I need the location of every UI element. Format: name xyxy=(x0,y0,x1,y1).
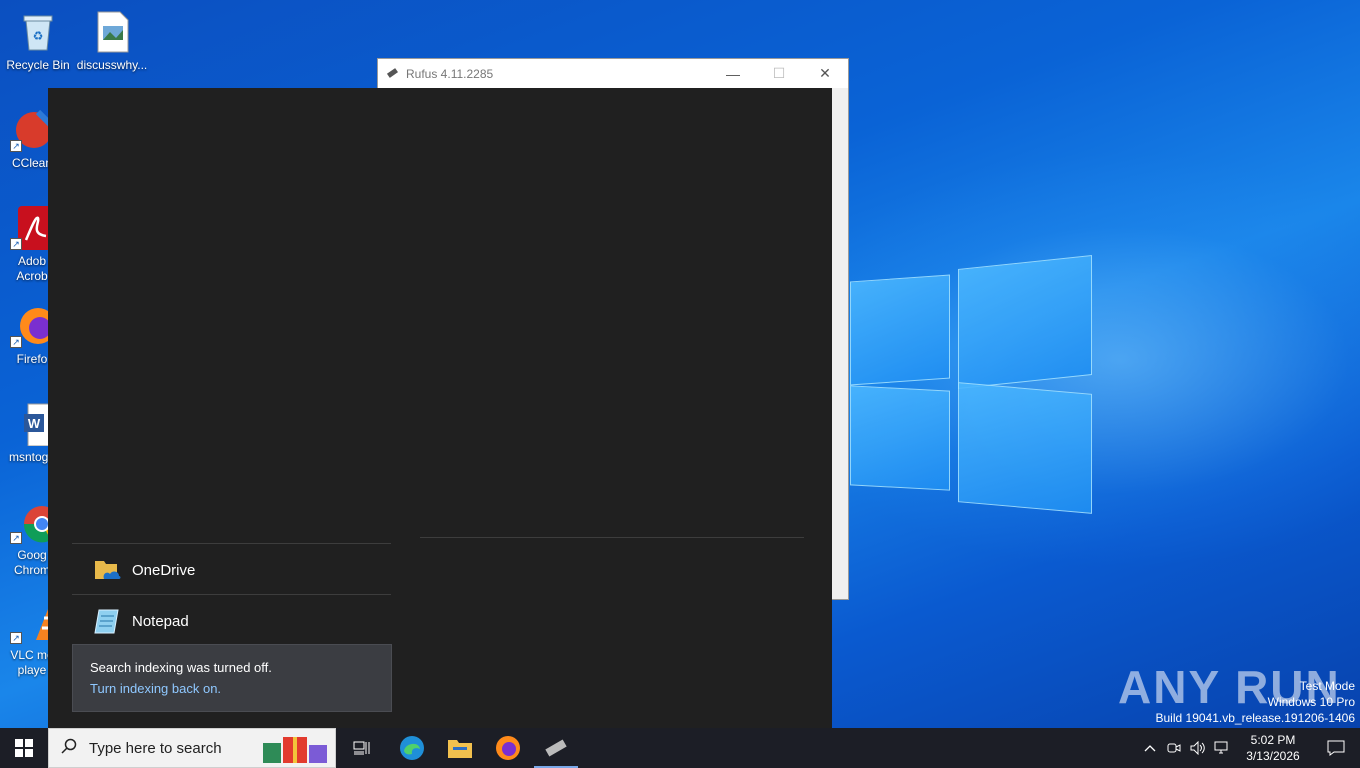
notification-icon xyxy=(1327,740,1345,756)
desktop-icon-recycle-bin[interactable]: ♻ Recycle Bin xyxy=(2,10,74,73)
desktop-icon-discusswhy[interactable]: discusswhy... xyxy=(76,10,148,73)
test-mode-watermark: Test Mode Windows 10 Pro Build 19041.vb_… xyxy=(1155,679,1356,725)
onedrive-icon xyxy=(92,555,122,585)
start-search-panel: OneDrive Notepad Search indexing was tur… xyxy=(48,88,832,728)
divider xyxy=(72,594,391,595)
search-placeholder: Type here to search xyxy=(89,739,222,757)
recycle-bin-icon: ♻ xyxy=(16,10,60,54)
rufus-icon xyxy=(545,739,567,757)
rufus-icon xyxy=(386,65,400,82)
search-result-onedrive[interactable]: OneDrive xyxy=(72,545,392,595)
turn-indexing-on-link[interactable]: Turn indexing back on. xyxy=(90,681,221,696)
network-icon[interactable] xyxy=(1210,728,1234,768)
result-label-notepad: Notepad xyxy=(132,612,189,630)
show-hidden-icons-chevron-icon[interactable] xyxy=(1138,728,1162,768)
taskbar: Type here to search 5:02 PM 3/13/2026 xyxy=(0,728,1360,768)
meet-now-icon[interactable] xyxy=(1162,728,1186,768)
indexing-message: Search indexing was turned off. xyxy=(90,660,272,675)
clock-time: 5:02 PM xyxy=(1250,733,1296,747)
search-icon xyxy=(61,738,77,758)
taskbar-edge[interactable] xyxy=(388,728,436,768)
close-button[interactable]: ✕ xyxy=(802,59,848,88)
action-center-button[interactable] xyxy=(1312,728,1360,768)
taskbar-firefox[interactable] xyxy=(484,728,532,768)
indexing-notice: Search indexing was turned off. Turn ind… xyxy=(72,644,392,712)
divider xyxy=(420,537,804,538)
edge-icon xyxy=(400,736,424,760)
maximize-button[interactable]: ☐ xyxy=(756,59,802,88)
taskbar-rufus[interactable] xyxy=(532,728,580,768)
taskbar-file-explorer[interactable] xyxy=(436,728,484,768)
file-explorer-icon xyxy=(448,740,472,758)
taskbar-search-box[interactable]: Type here to search xyxy=(48,728,336,768)
result-label-onedrive: OneDrive xyxy=(132,561,196,579)
svg-text:♻: ♻ xyxy=(33,29,44,43)
start-button[interactable] xyxy=(0,728,48,768)
notepad-icon xyxy=(92,606,122,636)
clock-date: 3/13/2026 xyxy=(1246,749,1300,763)
firefox-icon xyxy=(496,736,520,760)
svg-text:W: W xyxy=(28,416,41,431)
taskbar-clock[interactable]: 5:02 PM 3/13/2026 xyxy=(1234,732,1312,764)
windows-start-icon xyxy=(15,739,33,757)
divider xyxy=(72,543,391,544)
rufus-title: Rufus 4.11.2285 xyxy=(406,66,494,81)
image-file-icon xyxy=(90,10,134,54)
search-result-notepad[interactable]: Notepad xyxy=(72,596,392,646)
system-tray: 5:02 PM 3/13/2026 xyxy=(1138,728,1360,768)
minimize-button[interactable]: — xyxy=(710,59,756,88)
task-view-icon xyxy=(353,741,370,755)
search-highlight-gifts-icon xyxy=(259,733,331,765)
volume-icon[interactable] xyxy=(1186,728,1210,768)
task-view-button[interactable] xyxy=(336,728,388,768)
